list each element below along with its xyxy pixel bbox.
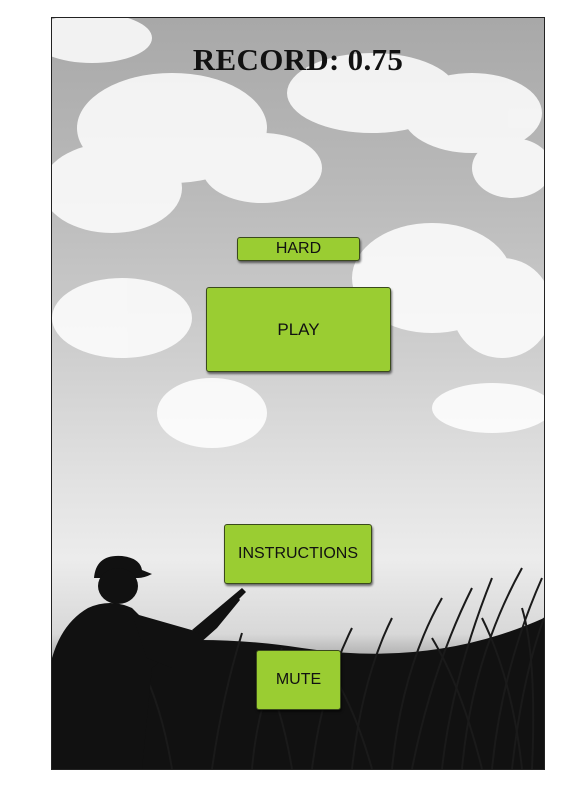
- game-screen: RECORD: 0.75 HARD PLAY INSTRUCTIONS MUTE: [51, 17, 545, 770]
- mute-button[interactable]: MUTE: [256, 650, 341, 710]
- difficulty-button[interactable]: HARD: [237, 237, 360, 261]
- play-button[interactable]: PLAY: [206, 287, 391, 372]
- clouds: [52, 18, 544, 448]
- instructions-button[interactable]: INSTRUCTIONS: [224, 524, 372, 584]
- record-score-title: RECORD: 0.75: [192, 42, 404, 77]
